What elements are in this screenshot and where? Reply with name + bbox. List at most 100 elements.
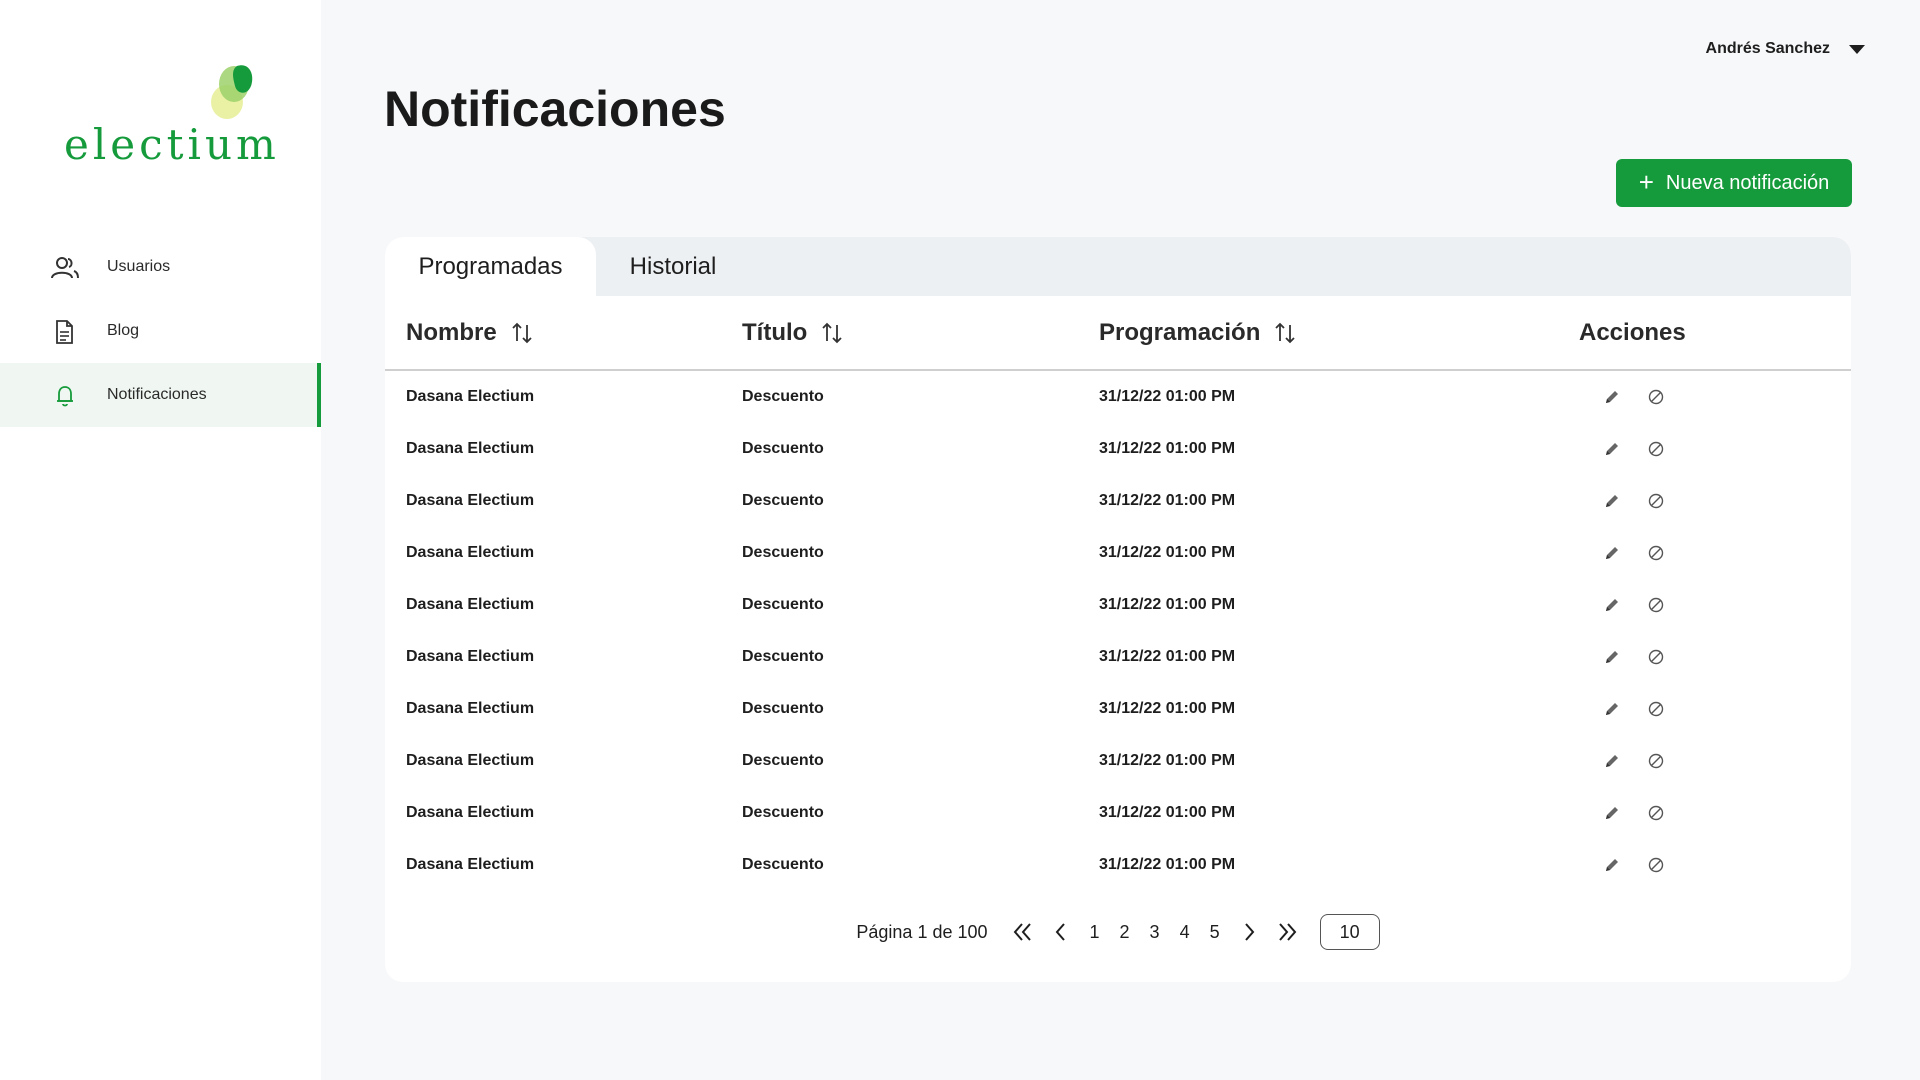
page-number[interactable]: 4 <box>1180 922 1190 943</box>
cell-titulo: Descuento <box>742 648 824 665</box>
cell-titulo: Descuento <box>742 700 824 717</box>
cell-programacion: 31/12/22 01:00 PM <box>1099 856 1236 873</box>
cell-programacion: 31/12/22 01:00 PM <box>1099 544 1236 561</box>
page-number[interactable]: 5 <box>1210 922 1220 943</box>
row-actions <box>1579 440 1851 458</box>
edit-pencil-icon[interactable] <box>1603 648 1621 666</box>
cell-acciones <box>1579 370 1851 423</box>
row-actions <box>1579 388 1851 406</box>
table-row: Dasana Electium Descuento 31/12/22 01:00 P… <box>385 631 1851 683</box>
cell-programacion: 31/12/22 01:00 PM <box>1099 388 1236 405</box>
page-number[interactable]: 3 <box>1150 922 1160 943</box>
page-title: Notificaciones <box>384 81 726 137</box>
cell-titulo: Descuento <box>742 492 824 509</box>
cancel-circle-icon[interactable] <box>1647 700 1665 718</box>
cell-programacion: 31/12/22 01:00 PM <box>1099 804 1236 821</box>
cell-nombre: Dasana Electium <box>406 544 535 561</box>
last-page-icon[interactable] <box>1274 919 1300 945</box>
sort-icon[interactable] <box>511 321 533 345</box>
bell-icon <box>57 386 73 407</box>
next-page-icon[interactable] <box>1236 919 1262 945</box>
row-actions <box>1579 752 1851 770</box>
cancel-circle-icon[interactable] <box>1647 856 1665 874</box>
document-icon <box>56 320 73 344</box>
user-menu[interactable]: Andrés Sanchez <box>1706 40 1866 58</box>
cell-acciones <box>1579 475 1851 527</box>
cell-programacion: 31/12/22 01:00 PM <box>1099 492 1236 509</box>
plus-icon: + <box>1638 167 1654 197</box>
table-row: Dasana Electium Descuento 31/12/22 01:00 P… <box>385 683 1851 735</box>
cancel-circle-icon[interactable] <box>1647 752 1665 770</box>
cell-nombre: Dasana Electium <box>406 440 535 457</box>
cancel-circle-icon[interactable] <box>1647 596 1665 614</box>
column-header-programacion: Programación <box>1099 296 1579 371</box>
cancel-circle-icon[interactable] <box>1647 544 1665 562</box>
column-label: Título <box>742 318 808 346</box>
column-header-nombre: Nombre <box>385 296 742 371</box>
sidebar-nav: Usuarios Blog Notificaciones <box>0 235 321 427</box>
cell-programacion: 31/12/22 01:00 PM <box>1099 752 1236 769</box>
page-size-select[interactable]: 10 <box>1319 914 1380 950</box>
sort-icon[interactable] <box>1274 321 1296 345</box>
cell-acciones <box>1579 423 1851 475</box>
table-row: Dasana Electium Descuento 31/12/22 01:00 P… <box>385 787 1851 839</box>
edit-pencil-icon[interactable] <box>1603 804 1621 822</box>
edit-pencil-icon[interactable] <box>1603 752 1621 770</box>
new-notification-button[interactable]: + Nueva notificación <box>1616 159 1852 207</box>
cell-acciones <box>1579 631 1851 683</box>
users-icon <box>51 257 79 279</box>
cell-acciones <box>1579 839 1851 891</box>
cell-programacion: 31/12/22 01:00 PM <box>1099 700 1236 717</box>
cell-nombre: Dasana Electium <box>406 648 535 665</box>
notifications-table: Nombre Título Programación Acciones Dasa… <box>385 296 1851 891</box>
table-row: Dasana Electium Descuento 31/12/22 01:00 P… <box>385 370 1851 423</box>
row-actions <box>1579 856 1851 874</box>
page-number[interactable]: 2 <box>1120 922 1130 943</box>
sidebar-item-notificaciones[interactable]: Notificaciones <box>0 363 321 427</box>
sidebar-item-label: Usuarios <box>107 258 171 275</box>
column-header-titulo: Título <box>742 296 1099 371</box>
sidebar-item-usuarios[interactable]: Usuarios <box>0 235 321 299</box>
cell-titulo: Descuento <box>742 596 824 613</box>
cancel-circle-icon[interactable] <box>1647 440 1665 458</box>
cell-nombre: Dasana Electium <box>406 804 535 821</box>
electium-logo[interactable]: electium <box>62 60 276 170</box>
cancel-circle-icon[interactable] <box>1647 804 1665 822</box>
cell-nombre: Dasana Electium <box>406 596 535 613</box>
sort-icon[interactable] <box>821 321 843 345</box>
page-number[interactable]: 1 <box>1090 922 1100 943</box>
cell-nombre: Dasana Electium <box>406 856 535 873</box>
cell-programacion: 31/12/22 01:00 PM <box>1099 596 1236 613</box>
column-label: Acciones <box>1579 318 1686 346</box>
edit-pencil-icon[interactable] <box>1603 388 1621 406</box>
edit-pencil-icon[interactable] <box>1603 544 1621 562</box>
cell-titulo: Descuento <box>742 440 824 457</box>
sidebar-item-blog[interactable]: Blog <box>0 299 321 363</box>
table-row: Dasana Electium Descuento 31/12/22 01:00 P… <box>385 527 1851 579</box>
user-name: Andrés Sanchez <box>1705 40 1830 57</box>
tab-historial[interactable]: Historial <box>596 237 750 296</box>
cancel-circle-icon[interactable] <box>1647 492 1665 510</box>
caret-down-icon <box>1849 45 1865 54</box>
table-row: Dasana Electium Descuento 31/12/22 01:00 P… <box>385 735 1851 787</box>
edit-pencil-icon[interactable] <box>1603 700 1621 718</box>
edit-pencil-icon[interactable] <box>1603 596 1621 614</box>
cell-acciones <box>1579 579 1851 631</box>
tabs: Programadas Historial <box>385 237 1851 296</box>
prev-page-icon[interactable] <box>1048 919 1074 945</box>
first-page-icon[interactable] <box>1010 919 1036 945</box>
edit-pencil-icon[interactable] <box>1603 856 1621 874</box>
cell-acciones <box>1579 683 1851 735</box>
sidebar-item-label: Blog <box>107 322 140 339</box>
cell-titulo: Descuento <box>742 388 824 405</box>
cell-titulo: Descuento <box>742 856 824 873</box>
tab-programadas[interactable]: Programadas <box>385 237 596 296</box>
cell-titulo: Descuento <box>742 544 824 561</box>
cancel-circle-icon[interactable] <box>1647 388 1665 406</box>
edit-pencil-icon[interactable] <box>1603 492 1621 510</box>
edit-pencil-icon[interactable] <box>1603 440 1621 458</box>
cancel-circle-icon[interactable] <box>1647 648 1665 666</box>
row-actions <box>1579 648 1851 666</box>
column-label: Nombre <box>406 318 497 346</box>
table-header-row: Nombre Título Programación Acciones <box>385 296 1851 371</box>
